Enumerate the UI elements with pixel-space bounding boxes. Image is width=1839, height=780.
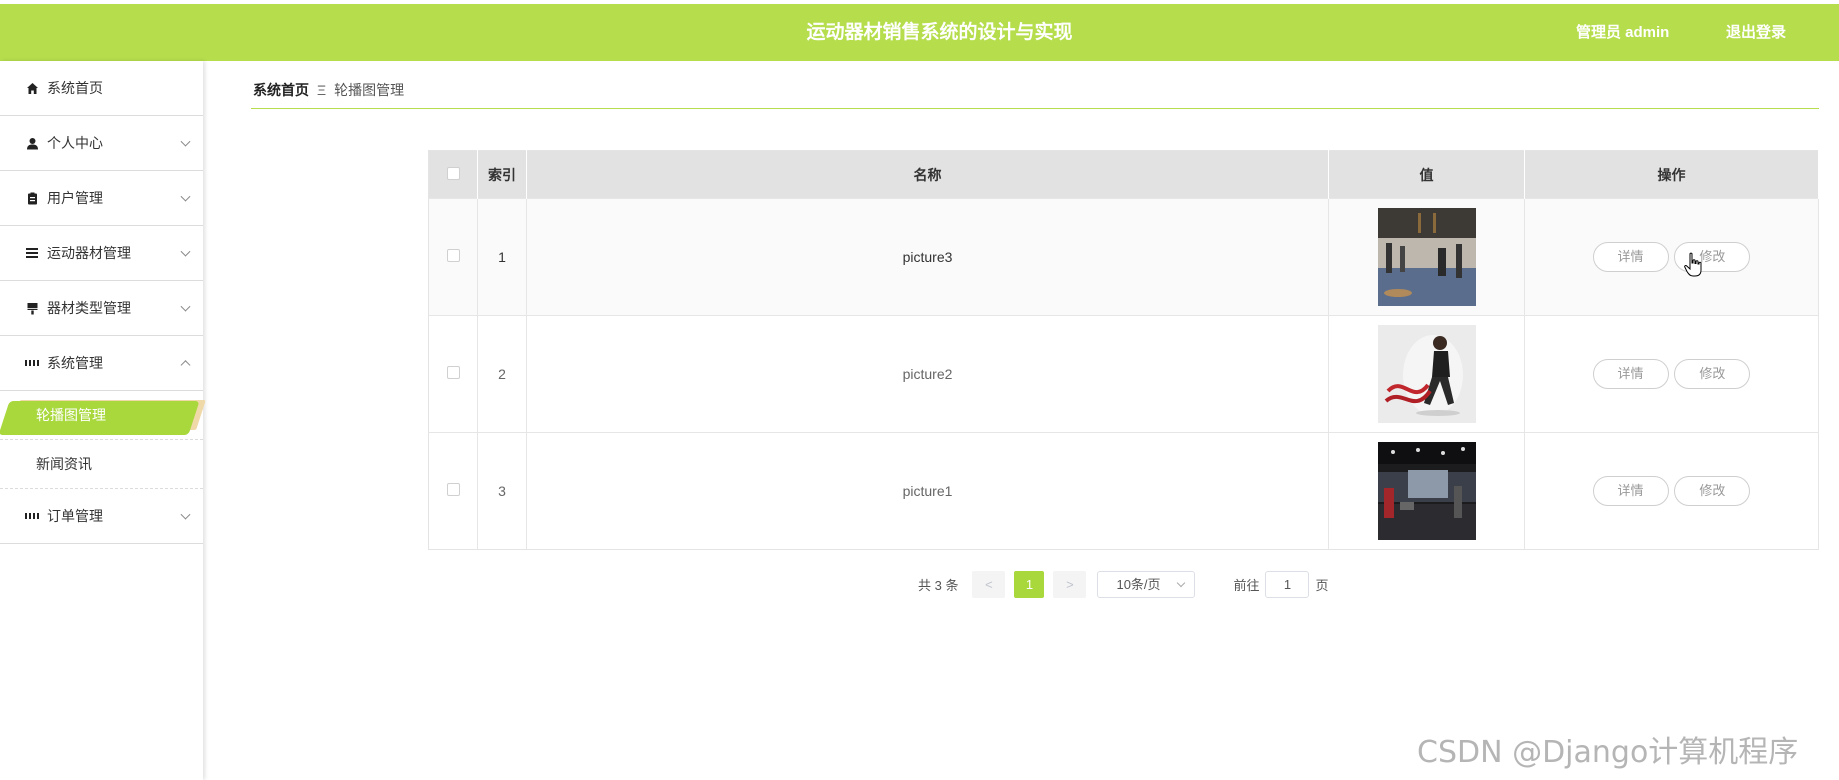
goto-page-input[interactable]	[1265, 571, 1310, 598]
breadcrumb-home[interactable]: 系统首页	[253, 80, 309, 100]
grid-icon	[25, 356, 39, 370]
logout-button[interactable]: 退出登录	[1726, 4, 1786, 61]
sidebar-item-label: 订单管理	[47, 508, 103, 524]
sidebar-item-label: 系统管理	[47, 355, 103, 371]
prev-page-button[interactable]: <	[972, 571, 1006, 598]
goto-prefix: 前往	[1233, 578, 1260, 593]
row-index: 1	[477, 198, 527, 316]
sidebar-item-equipment-type-management[interactable]: 器材类型管理	[0, 281, 203, 336]
detail-button[interactable]: 详情	[1592, 359, 1669, 389]
select-all-checkbox[interactable]	[446, 166, 460, 180]
sidebar-item-label: 器材类型管理	[47, 300, 131, 316]
row-checkbox[interactable]	[446, 366, 460, 379]
sidebar-item-label: 用户管理	[47, 190, 103, 206]
user-icon	[25, 136, 39, 150]
column-header-name: 名称	[526, 150, 1329, 199]
sidebar-item-system-management[interactable]: 系统管理	[0, 336, 203, 391]
breadcrumb-divider	[251, 108, 1819, 109]
column-header-actions: 操作	[1524, 150, 1819, 199]
sidebar-item-personal-center[interactable]: 个人中心	[0, 116, 203, 171]
table-row: 3 picture1 详情 修改	[428, 432, 1819, 550]
sidebar-subitem-news[interactable]: 新闻资讯	[0, 440, 203, 489]
sidebar-subitem-label: 轮播图管理	[36, 407, 106, 423]
sidebar-item-label: 个人中心	[47, 135, 103, 151]
clipboard-icon	[25, 191, 39, 205]
sidebar-item-label: 运动器材管理	[47, 245, 131, 261]
page-size-value: 10条/页	[1116, 577, 1161, 592]
next-page-button[interactable]: >	[1053, 571, 1087, 598]
pagination: 共 3 条 < 1 > 10条/页 前往 页	[918, 571, 1329, 598]
row-checkbox[interactable]	[446, 483, 460, 496]
edit-button[interactable]: 修改	[1674, 359, 1751, 389]
sidebar-subitem-label: 新闻资讯	[36, 456, 92, 472]
chevron-down-icon	[180, 136, 191, 147]
sidebar-item-label: 系统首页	[47, 80, 103, 96]
page-number-button[interactable]: 1	[1014, 571, 1045, 598]
table-header-row: 索引 名称 值 操作	[428, 150, 1819, 199]
carousel-table: 索引 名称 值 操作 1 picture3 详情 修改 2 picture2 详…	[428, 150, 1819, 550]
row-name: picture3	[526, 198, 1329, 316]
home-icon	[25, 81, 39, 95]
breadcrumb-current: 轮播图管理	[334, 82, 405, 98]
row-checkbox[interactable]	[446, 249, 460, 262]
hand-cursor-icon	[1684, 252, 1702, 277]
chevron-down-icon	[180, 301, 191, 312]
sidebar-item-order-management[interactable]: 订单管理	[0, 489, 203, 544]
gym-floor-image	[1377, 442, 1476, 540]
sidebar-item-user-management[interactable]: 用户管理	[0, 171, 203, 226]
chevron-down-icon	[1177, 578, 1186, 588]
breadcrumb-separator: Ξ	[317, 82, 327, 98]
brush-icon	[25, 301, 39, 315]
sidebar-subitem-carousel[interactable]: 轮播图管理	[0, 391, 203, 440]
detail-button[interactable]: 详情	[1592, 476, 1669, 506]
row-index: 3	[477, 432, 527, 550]
sidebar-item-home[interactable]: 系统首页	[0, 61, 203, 116]
chevron-down-icon	[180, 246, 191, 257]
pagination-total: 共 3 条	[918, 578, 959, 593]
edit-button[interactable]: 修改	[1674, 476, 1751, 506]
watermark: CSDN @Django计算机程序	[1417, 735, 1799, 770]
breadcrumb: 系统首页 Ξ 轮播图管理	[253, 80, 404, 100]
chevron-down-icon	[180, 191, 191, 202]
sidebar: 系统首页 个人中心 用户管理 运动器材管理 器材类型管理 系统管理 轮播图管理	[0, 61, 203, 780]
chevron-down-icon	[180, 509, 191, 520]
sidebar-item-equipment-management[interactable]: 运动器材管理	[0, 226, 203, 281]
grid-icon	[25, 509, 39, 523]
gym-interior-image	[1377, 208, 1476, 306]
app-title: 运动器材销售系统的设计与实现	[806, 22, 1073, 43]
chevron-up-icon	[180, 360, 191, 371]
list-icon	[25, 246, 39, 260]
row-index: 2	[477, 315, 527, 433]
row-name: picture1	[526, 432, 1329, 550]
table-row: 1 picture3 详情 修改	[428, 198, 1819, 316]
goto-suffix: 页	[1315, 578, 1329, 593]
user-label: 管理员 admin	[1576, 24, 1670, 41]
page-size-select[interactable]: 10条/页	[1097, 571, 1196, 598]
select-all-cell	[428, 150, 478, 199]
battle-rope-image	[1377, 325, 1476, 423]
row-name: picture2	[526, 315, 1329, 433]
table-row: 2 picture2 详情 修改	[428, 315, 1819, 433]
column-header-index: 索引	[477, 150, 527, 199]
column-header-value: 值	[1328, 150, 1525, 199]
detail-button[interactable]: 详情	[1592, 242, 1669, 272]
top-header: 运动器材销售系统的设计与实现 管理员 admin 退出登录	[0, 4, 1839, 61]
